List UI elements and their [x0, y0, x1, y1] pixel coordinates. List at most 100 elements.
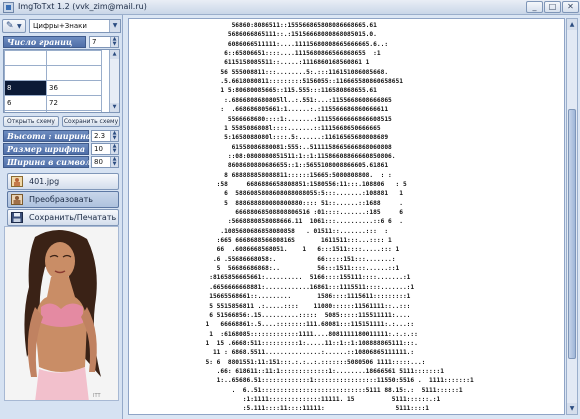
font-size-label: Размер шрифта — [3, 143, 89, 155]
scrollbar-thumb[interactable] — [568, 109, 576, 359]
ascii-line: 5: 6 8801551:11:151:::.:.:..:.:::::::508… — [131, 358, 426, 366]
aspect-ratio-spinner[interactable]: 2.3 ▲ ▼ — [91, 130, 119, 142]
table-cell[interactable]: 8 — [4, 80, 47, 96]
spinner-arrows-icon[interactable]: ▲ ▼ — [110, 37, 118, 47]
svg-text:ITT: ITT — [93, 393, 101, 399]
table-cell[interactable]: 36 — [46, 80, 102, 96]
table-cell[interactable]: 5 — [4, 110, 47, 112]
boundaries-count-spinner[interactable]: 7 ▲ ▼ — [89, 36, 119, 48]
table-cell[interactable] — [4, 65, 47, 81]
table-cell[interactable]: 109 — [46, 110, 102, 112]
ascii-line: :1:1111::::::::::::::11111. 15 5111:::::… — [131, 396, 441, 403]
save-print-button[interactable]: Сохранить/Печатать — [7, 209, 119, 226]
ascii-line: 1 66668861:.5....::::::::111.68081:::115… — [131, 321, 415, 329]
width-chars-value: 80 — [94, 158, 103, 166]
open-scheme-button[interactable]: Открыть схему — [3, 116, 59, 127]
ascii-line: 8 688888858088811::::::15665:5080808808.… — [131, 171, 392, 179]
ascii-line: 5 888688880080800880:::: 51::......::168… — [131, 199, 403, 207]
ascii-line: 8608680880686655::1::5655108008866605.61… — [131, 162, 389, 170]
ascii-line: :8165856665661:.......... 5166::::155111… — [131, 274, 411, 282]
ascii-line: 1 15 .6668:511::::::::::1:.....11::1::1:… — [131, 339, 418, 347]
scroll-down-icon[interactable]: ▼ — [567, 403, 577, 414]
boundaries-label: Число границ — [3, 36, 86, 48]
ascii-output-area[interactable]: 56860:8086511::155566865808086668665.61 … — [128, 18, 565, 415]
ascii-line: :.6866808680805ll..:.551:...:11556686086… — [131, 96, 392, 104]
font-size-value: 10 — [94, 145, 103, 153]
table-row[interactable] — [4, 50, 102, 66]
ascii-line: .66: 618611::11:1:::::::::::::1:........… — [131, 367, 444, 375]
table-cell[interactable]: 6 — [4, 95, 47, 111]
app-icon — [3, 2, 14, 13]
ascii-line: 5 5515856811 .:.....:::: 11080::::::1156… — [131, 302, 411, 310]
title-bar: ImgToTxt 1.2 (vvk_zim@mail.ru) _ □ ✕ — [0, 0, 580, 15]
ascii-line: :5.111::::11::::11111: 5111::::1 — [131, 405, 430, 413]
spinner-arrows-icon[interactable]: ▲ ▼ — [110, 131, 118, 141]
image-file-icon — [11, 176, 23, 187]
table-row[interactable] — [4, 65, 102, 81]
convert-icon — [11, 194, 23, 205]
ascii-line: 6 51566856:.15..........::::: 5085:::::1… — [131, 311, 411, 319]
source-image-preview: ITT — [4, 226, 119, 401]
character-set-select[interactable]: Цифры+Знаки ▼ — [29, 19, 121, 33]
ascii-line: 15665568661::......... 1586::::1115611::… — [131, 293, 411, 301]
chevron-down-icon: ▼ — [109, 20, 120, 32]
chevron-down-icon: ▼ — [17, 23, 22, 30]
table-cell[interactable] — [46, 65, 102, 81]
ascii-line: 11 : 6868.5511...............:......::10… — [131, 349, 415, 357]
table-cell[interactable] — [46, 50, 102, 66]
spinner-arrows-icon[interactable]: ▲ ▼ — [110, 157, 118, 167]
ascii-line: 66 .6086668568051. 1 6:::1511::::.....::… — [131, 246, 400, 254]
open-image-button[interactable]: 401.jpg — [7, 173, 119, 190]
ascii-line: 5:1658088080l::::.5:......:1161656568080… — [131, 134, 389, 142]
width-chars-label: Ширина в символах — [3, 156, 101, 168]
table-cell[interactable]: 72 — [46, 95, 102, 111]
character-set-value: Цифры+Знаки — [33, 22, 87, 30]
ascii-line: . 6..51::::::::::::::::::::::::::::5111 … — [131, 386, 463, 394]
ascii-line: 6086066511111:....11115680808665666665.6… — [131, 40, 389, 48]
aspect-ratio-value: 2.3 — [94, 132, 106, 140]
table-row[interactable]: 6 72 — [4, 95, 102, 111]
table-row[interactable]: 8 36 — [4, 80, 102, 96]
ascii-line: .6656666668881:............16861:::11155… — [131, 283, 415, 291]
ascii-line: 5686066865111::.:15156668080868085015.0. — [131, 31, 377, 39]
ascii-line: :5668880858088666.11 1061:::..........::… — [131, 218, 403, 226]
brush-icon: ✎ — [6, 21, 14, 31]
floppy-disk-icon — [11, 212, 23, 223]
ascii-line: 66688068508808806516 :01::::.......:185 … — [131, 209, 403, 216]
ascii-line: 56860:8086511::155566865808086668665.61 — [131, 22, 377, 29]
settings-panel: ✎ ▼ Цифры+Знаки ▼ Число границ 7 ▲ ▼ 8 36 … — [0, 15, 123, 419]
save-print-label: Сохранить/Печатать — [29, 213, 117, 222]
output-scrollbar[interactable]: ▲ ▼ — [566, 18, 578, 415]
ascii-line: 61558086880081:555:..5111158665666868060… — [131, 143, 392, 151]
table-cell[interactable] — [4, 50, 47, 66]
save-scheme-button[interactable]: Сохранить схему — [62, 116, 120, 127]
window-title: ImgToTxt 1.2 (vvk_zim@mail.ru) — [18, 2, 147, 11]
convert-button[interactable]: Преобразовать — [7, 191, 119, 208]
maximize-button[interactable]: □ — [544, 1, 561, 13]
table-row[interactable]: 5109 — [4, 110, 102, 112]
ascii-line: 6::65806651::::....1115680866566868655 :… — [131, 50, 381, 58]
scroll-up-icon[interactable]: ▲ — [567, 19, 577, 30]
ascii-line: 5 56686686868:.. 56:::1511::::......::1 — [131, 265, 400, 273]
spinner-arrows-icon[interactable]: ▲ ▼ — [110, 144, 118, 154]
ascii-line: 6 5886085808608088088055:5:::.......:108… — [131, 190, 403, 198]
width-chars-spinner[interactable]: 80 ▲ ▼ — [91, 156, 119, 168]
brush-tool-button[interactable]: ✎ ▼ — [2, 19, 26, 33]
image-file-name: 401.jpg — [29, 177, 60, 186]
scroll-up-icon[interactable]: ▲ — [110, 50, 119, 59]
close-button[interactable]: ✕ — [562, 1, 579, 13]
convert-label: Преобразовать — [29, 195, 93, 204]
aspect-ratio-label: Высота : ширина — [3, 130, 91, 142]
ascii-line: :665 666868856680816S 1611511:::...:::: … — [131, 237, 392, 245]
minimize-button[interactable]: _ — [526, 1, 543, 13]
ascii-line: .1085680686858080858 . 01511::.......:::… — [131, 227, 389, 235]
threshold-table[interactable]: 836 672 5109 ▲ ▼ — [3, 49, 120, 113]
ascii-line: 56 555008811:::........5:.:::11615108608… — [131, 68, 389, 76]
table-scrollbar[interactable]: ▲ ▼ — [109, 50, 119, 112]
ascii-line: 1:..65686.51:::::::::::::1::::::::::::::… — [131, 377, 474, 385]
ascii-line: .5.6618080811:::::::::5156055::116665580… — [131, 78, 403, 86]
tool-row: ✎ ▼ Цифры+Знаки ▼ — [2, 19, 121, 33]
boundaries-count-value: 7 — [92, 38, 97, 46]
font-size-spinner[interactable]: 10 ▲ ▼ — [91, 143, 119, 155]
scroll-down-icon[interactable]: ▼ — [110, 103, 119, 112]
